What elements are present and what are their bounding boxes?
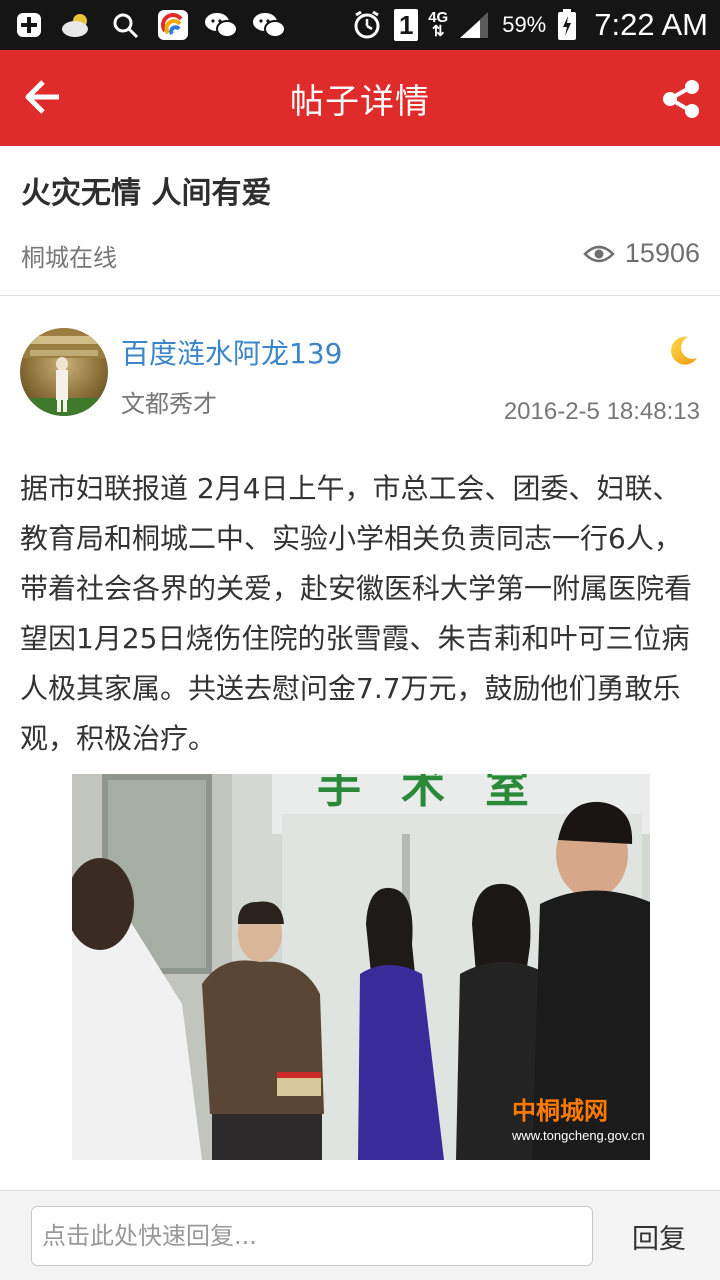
post-image[interactable]: 手术室 中桐城网 www.tongcheng.gov.cn <box>72 774 650 1160</box>
post-body: 据市妇联报道 2月4日上午，市总工会、团委、妇联、教育局和桐城二中、实验小学相关… <box>20 472 693 755</box>
sim-icon: 1 <box>394 9 419 41</box>
image-watermark-url: www.tongcheng.gov.cn <box>511 1128 645 1143</box>
post-time: 2016-2-5 18:48:13 <box>503 398 700 425</box>
view-count-value: 15906 <box>624 238 700 268</box>
network-icon: 4G ⇅ <box>428 9 449 40</box>
search-icon <box>108 10 142 40</box>
battery-icon <box>556 9 578 40</box>
app-icon <box>156 10 190 40</box>
wechat-icon <box>252 10 286 40</box>
page-title: 帖子详情 <box>290 81 430 122</box>
back-button[interactable] <box>18 72 68 122</box>
app-header: 帖子详情 <box>0 50 720 146</box>
author-rank: 文都秀才 <box>121 390 217 418</box>
post-title: 火灾无情 人间有爱 <box>21 176 272 211</box>
battery-percent: 59% <box>502 12 547 37</box>
post-header: 火灾无情 人间有爱 桐城在线 15906 <box>0 146 720 296</box>
signal-icon <box>458 10 492 40</box>
back-arrow-icon <box>25 80 59 114</box>
weather-icon <box>60 10 94 40</box>
share-button[interactable] <box>656 74 706 124</box>
image-sign-text: 手术室 <box>317 774 569 813</box>
reply-bar: 回复 <box>0 1190 720 1280</box>
view-count: 15906 <box>583 238 700 269</box>
reply-button[interactable]: 回复 <box>614 1206 704 1266</box>
post-source: 桐城在线 <box>21 244 117 272</box>
eye-icon <box>583 245 615 262</box>
image-watermark-name: 中桐城网 <box>512 1097 608 1125</box>
share-icon <box>663 80 699 118</box>
avatar[interactable] <box>20 328 108 416</box>
moon-icon <box>671 336 697 365</box>
status-bar: 1 4G ⇅ 59% 7:22 AM <box>0 0 720 50</box>
clock: 7:22 AM <box>594 7 708 42</box>
wechat-icon <box>204 10 238 40</box>
plus-icon <box>12 10 46 40</box>
author-name[interactable]: 百度涟水阿龙139 <box>121 332 342 372</box>
author-row: 百度涟水阿龙139 文都秀才 2016-2-5 18:48:13 <box>0 296 720 446</box>
quick-reply-input[interactable] <box>31 1206 593 1266</box>
alarm-icon <box>350 10 384 40</box>
